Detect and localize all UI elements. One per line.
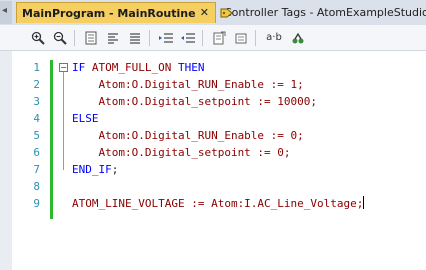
code-line: Atom:O.Digital_RUN_Enable := 1; — [72, 78, 304, 91]
code-text: ATOM_FULL_ON — [85, 61, 178, 74]
keyword: THEN — [177, 61, 205, 74]
line-number: 8 — [33, 180, 40, 193]
editor-toolbar: a·b — [0, 25, 426, 51]
keyword: ELSE — [72, 112, 99, 125]
tab-strip: ◂ MainProgram - MainRoutine ✕ Controller… — [0, 0, 426, 25]
uncomment-icon[interactable] — [231, 28, 251, 48]
code-text: ; — [111, 163, 119, 176]
tab-main-routine[interactable]: MainProgram - MainRoutine ✕ — [16, 2, 216, 23]
ab-label: a·b — [266, 32, 282, 43]
line-number: 5 — [33, 129, 40, 142]
code-line: Atom:O.Digital_setpoint := 0; — [72, 146, 291, 159]
line-number: 6 — [33, 146, 40, 159]
tab-label: MainProgram - MainRoutine — [22, 6, 196, 20]
ab-icon[interactable]: a·b — [262, 28, 286, 48]
code-line: IF ATOM_FULL_ON THEN — [72, 59, 204, 76]
align-left-icon[interactable] — [103, 28, 123, 48]
indent-icon[interactable] — [156, 28, 176, 48]
line-number: 4 — [33, 112, 40, 125]
close-icon[interactable]: ✕ — [200, 6, 209, 19]
fold-collapse-icon[interactable]: − — [59, 63, 68, 72]
code-line: ATOM_LINE_VOLTAGE := Atom:I.AC_Line_Volt… — [72, 195, 365, 212]
tab-label: Controller Tags - AtomExampleStudio — [224, 6, 426, 19]
keyword: END_IF — [72, 163, 112, 176]
tags-icon[interactable] — [288, 28, 308, 48]
outdent-icon[interactable] — [178, 28, 198, 48]
line-number: 1 — [33, 61, 40, 74]
tab-controller-tags[interactable]: Controller Tags - AtomExampleStudio — [218, 2, 426, 23]
comment-icon[interactable] — [125, 28, 145, 48]
line-number: 7 — [33, 163, 40, 176]
code-line: END_IF; — [72, 161, 118, 178]
toolbar-separator — [202, 29, 203, 46]
code-line: Atom:O.Digital_setpoint := 10000; — [72, 95, 318, 108]
chevron-left-icon: ◂ — [2, 5, 8, 16]
keyword: IF — [72, 61, 86, 74]
line-number: 3 — [33, 95, 40, 108]
toolbar-separator — [74, 29, 75, 46]
text-caret — [363, 196, 365, 209]
format-icon[interactable] — [209, 28, 229, 48]
line-number: 2 — [33, 78, 40, 91]
editor-left-margin — [0, 51, 12, 270]
fold-guide — [63, 72, 64, 170]
tab-scroll-left[interactable]: ◂ — [0, 1, 12, 24]
line-number: 9 — [33, 197, 40, 210]
toolbar-separator — [255, 29, 256, 46]
code-text: ATOM_LINE_VOLTAGE := Atom:I.AC_Line_Volt… — [72, 197, 364, 210]
page-icon[interactable] — [81, 28, 101, 48]
zoom-in-icon[interactable] — [28, 28, 48, 48]
zoom-out-icon[interactable] — [50, 28, 70, 48]
toolbar-separator — [149, 29, 150, 46]
code-editor[interactable]: 1 2 3 4 5 6 7 8 9 − IF ATOM_FULL_ON THEN… — [0, 51, 426, 270]
code-line: Atom:O.Digital_RUN_Enable := 0; — [72, 129, 304, 142]
code-line: ELSE — [72, 110, 99, 127]
